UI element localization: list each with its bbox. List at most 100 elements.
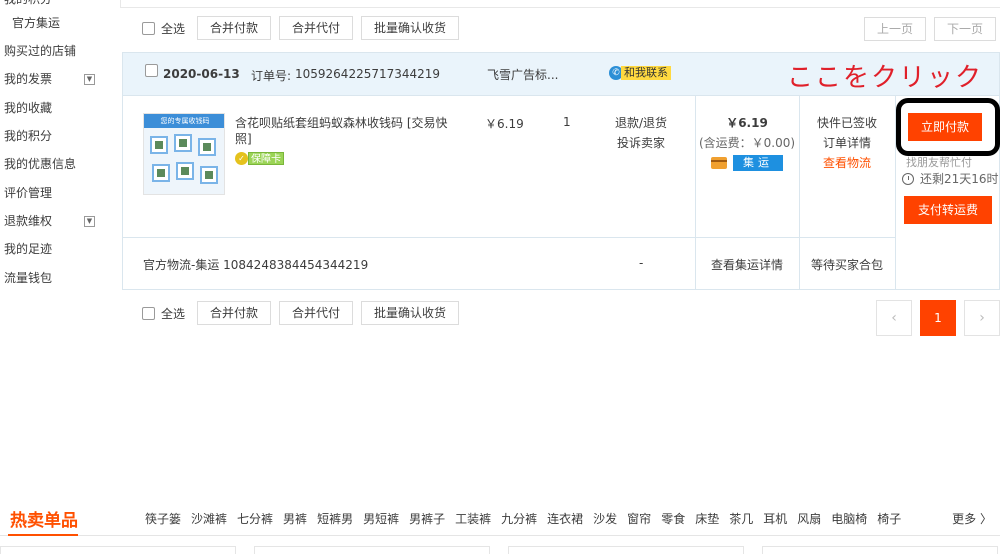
product-title-link[interactable]: 含花呗贴纸套组蚂蚁森林收钱码 [交易快照] [235, 115, 453, 147]
order-status: 快件已签收 订单详情 查看物流 [799, 113, 895, 173]
guarantee-badge-label: 保障卡 [248, 152, 284, 165]
next-page-arrow-icon[interactable]: › [964, 300, 1000, 336]
sidebar-item-refunds[interactable]: 退款维权 [4, 212, 52, 230]
contact-seller-button[interactable]: ✆ 和我联系 [609, 65, 671, 81]
after-sale-links: 退款/退货 投诉卖家 [601, 113, 681, 153]
product-card[interactable] [762, 546, 998, 554]
qr-card-image [198, 138, 216, 156]
product-card[interactable] [0, 546, 236, 554]
batch-confirm-button[interactable]: 批量确认收货 [361, 16, 460, 40]
view-consolidation-detail-link[interactable]: 查看集运详情 [695, 256, 799, 273]
select-all-checkbox[interactable] [142, 306, 155, 320]
logistics-placeholder: - [639, 256, 644, 270]
logistics-info: 官方物流-集运 1084248384454344219 [143, 258, 369, 272]
batch-confirm-button[interactable]: 批量确认收货 [361, 301, 460, 325]
select-all-checkbox[interactable] [142, 21, 155, 35]
sidebar-item-coupons[interactable]: 我的优惠信息 [4, 155, 76, 173]
product-card[interactable] [254, 546, 490, 554]
merge-pay-button[interactable]: 合并付款 [197, 301, 272, 325]
select-all-label[interactable]: 全选 [161, 20, 185, 37]
complain-seller-link[interactable]: 投诉卖家 [601, 133, 681, 153]
hot-tag[interactable]: 电脑椅 [831, 510, 867, 527]
prev-page-arrow-icon[interactable]: ‹ [876, 300, 912, 336]
sidebar-item-reviews[interactable]: 评价管理 [4, 184, 52, 202]
qr-card-image [174, 134, 192, 152]
hot-tag[interactable]: 沙滩裤 [191, 510, 227, 527]
sidebar-item-points[interactable]: 我的积分 [4, 127, 52, 145]
order-checkbox[interactable] [145, 64, 158, 77]
payment-tags: 集运 [695, 155, 799, 171]
shop-name-link[interactable]: 飞雪广告标... [487, 66, 558, 83]
pay-now-button[interactable]: 立即付款 [908, 113, 982, 141]
hot-tag[interactable]: 男短裤 [363, 510, 399, 527]
hot-tag-list: 筷子篓 沙滩裤 七分裤 男裤 短裤男 男短裤 男裤子 工装裤 九分裤 连衣裙 沙发 窗帘 零食 床垫 茶几耳… [145, 510, 911, 527]
product-thumbnail[interactable]: 您的专属收钱码 [143, 113, 225, 195]
hot-tag[interactable]: 筷子篓 [145, 510, 181, 527]
hot-tag[interactable]: 沙发 [593, 510, 617, 527]
countdown-text: 还剩21天16时 [920, 172, 999, 186]
pager-top: 上一页 下一页 [856, 17, 996, 41]
hot-tag[interactable]: 男裤 [283, 510, 307, 527]
sidebar-item-consolidated-shipping[interactable]: 官方集运 [12, 14, 60, 32]
merge-proxy-pay-button[interactable]: 合并代付 [279, 301, 354, 325]
hot-items-title: 热卖单品 [10, 511, 78, 531]
shipping-fee: (含运费：￥0.00) [698, 136, 796, 150]
product-card[interactable] [508, 546, 744, 554]
view-logistics-link[interactable]: 查看物流 [799, 153, 895, 173]
order-total: ￥6.19 (含运费：￥0.00) 集运 [695, 113, 799, 171]
hot-tag[interactable]: 窗帘 [627, 510, 651, 527]
qr-card-image [176, 162, 194, 180]
order-card: 2020-06-13 订单号: 1059264225717344219 飞雪广告… [122, 52, 1000, 290]
pay-shipping-button[interactable]: 支付转运费 [904, 196, 992, 224]
select-all-label[interactable]: 全选 [161, 305, 185, 322]
sidebar-item-points-top[interactable]: 我的积分 [4, 0, 52, 8]
hot-tag[interactable]: 短裤男 [317, 510, 353, 527]
merge-pay-button[interactable]: 合并付款 [197, 16, 272, 40]
pager-bottom: ‹ 1 › [868, 300, 1000, 336]
total-price: ￥6.19 [726, 116, 768, 130]
hot-tag[interactable]: 连衣裙 [547, 510, 583, 527]
order-header: 2020-06-13 订单号: 1059264225717344219 飞雪广告… [123, 53, 999, 96]
hot-tag[interactable]: 椅子 [877, 510, 901, 527]
guarantee-badge[interactable]: ✓ 保障卡 [235, 151, 284, 166]
hot-tag[interactable]: 零食 [661, 510, 685, 527]
ask-friend-pay-link[interactable]: 找朋友帮忙付 [906, 154, 972, 170]
sidebar-item-favorites[interactable]: 我的收藏 [4, 99, 52, 117]
qr-card-image [200, 166, 218, 184]
delivery-status: 快件已签收 [816, 116, 877, 130]
refunds-expand-icon[interactable]: ▼ [84, 216, 95, 227]
hot-tag[interactable]: 工装裤 [455, 510, 491, 527]
hot-tag[interactable]: 男裤子 [409, 510, 445, 527]
sidebar-item-invoices[interactable]: 我的发票 [4, 70, 52, 88]
more-link[interactable]: 更多 〉 [952, 510, 992, 527]
order-date: 2020-06-13 [163, 67, 240, 81]
sidebar-item-purchased-shops[interactable]: 购买过的店铺 [4, 42, 76, 60]
qr-card-image [152, 164, 170, 182]
click-here-annotation: ここをクリック [787, 63, 984, 93]
hot-tag[interactable]: 床垫 [695, 510, 719, 527]
qr-card-image [150, 136, 168, 154]
hot-tag[interactable]: 茶几 [729, 510, 753, 527]
invoices-expand-icon[interactable]: ▼ [84, 74, 95, 85]
thumbnail-caption: 您的专属收钱码 [144, 114, 224, 128]
shield-icon: ✓ [235, 152, 248, 165]
sidebar-item-footprints[interactable]: 我的足迹 [4, 240, 52, 258]
merge-proxy-pay-button[interactable]: 合并代付 [279, 16, 354, 40]
page-1-button[interactable]: 1 [920, 300, 956, 336]
payment-countdown: 还剩21天16时 [902, 170, 999, 187]
hot-items-bar: 热卖单品 筷子篓 沙滩裤 七分裤 男裤 短裤男 男短裤 男裤子 工装裤 九分裤 连衣裙 沙发 窗帘 零食… [0, 500, 1000, 536]
row-divider [123, 237, 895, 238]
order-detail-link[interactable]: 订单详情 [799, 133, 895, 153]
refund-link[interactable]: 退款/退货 [601, 113, 681, 133]
sidebar-item-data-wallet[interactable]: 流量钱包 [4, 269, 52, 287]
hot-tag[interactable]: 七分裤 [237, 510, 273, 527]
hot-tag[interactable]: 耳机 [763, 510, 787, 527]
next-page-button[interactable]: 下一页 [934, 17, 996, 41]
quantity: 1 [563, 115, 571, 129]
hot-tag[interactable]: 风扇 [797, 510, 821, 527]
consolidated-shipping-tag: 集运 [733, 155, 783, 171]
prev-page-button[interactable]: 上一页 [864, 17, 926, 41]
hot-tag[interactable]: 九分裤 [501, 510, 537, 527]
toolbar-bottom: 全选 合并付款 合并代付 批量确认收货 [142, 300, 467, 326]
contact-seller-label: 和我联系 [621, 66, 671, 80]
